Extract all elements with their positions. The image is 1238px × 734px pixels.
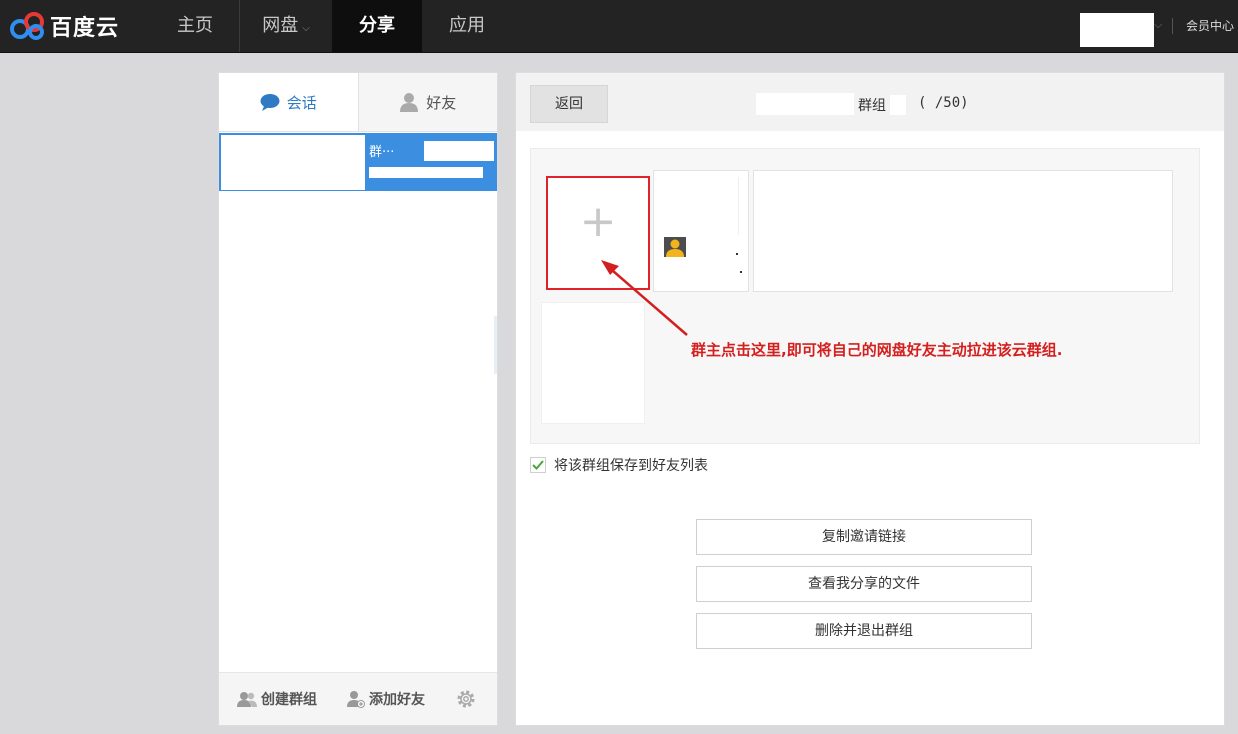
member-status-dot [740,271,742,273]
nav-home-label: 主页 [177,15,213,36]
settings-gear-icon[interactable] [455,688,477,710]
user-account-menu[interactable] [1080,13,1154,47]
delete-exit-group-button[interactable]: 删除并退出群组 [696,613,1032,649]
nav-share[interactable]: 分享 [332,0,422,52]
group-detail-panel: 返回 群组 ( /50) + 群主点击这里,即可将自己的网盘好友主动拉进该云群组… [515,72,1225,726]
nav-netdisk-label: 网盘 [262,15,299,36]
conversation-avatar [221,135,365,190]
copy-invite-link-button[interactable]: 复制邀请链接 [696,519,1032,555]
brand-name: 百度云 [50,16,120,41]
baidu-cloud-logo[interactable]: 百度云 [10,9,119,43]
save-to-friends-checkbox[interactable] [530,457,546,473]
add-person-icon [347,690,365,708]
create-group-label: 创建群组 [261,692,317,708]
group-title: 群组 [858,98,886,114]
panel-scroll-indicator [494,316,497,374]
nav-home[interactable]: 主页 [152,0,238,52]
tab-conversations[interactable]: 会话 [219,73,358,131]
add-friend-label: 添加好友 [369,692,425,708]
member-name-redacted [664,177,739,235]
chat-bubble-icon [260,93,280,111]
user-menu-chevron-icon[interactable]: ⌵ [1154,18,1162,32]
member-center-link[interactable]: 会员中心 [1186,17,1234,34]
conversation-panel: 会话 好友 群··· 创建群组 添加好友 [218,72,498,726]
conversation-name: 群··· [369,145,395,160]
annotation-text: 群主点击这里,即可将自己的网盘好友主动拉进该云群组. [691,341,1063,359]
tab-friends-label: 好友 [426,93,457,112]
group-icon [237,691,257,707]
conversation-item-selected[interactable]: 群··· [219,133,497,191]
checkmark-icon [532,460,544,470]
group-id-redacted [890,95,906,115]
create-group-button[interactable]: 创建群组 [237,689,317,709]
back-button[interactable]: 返回 [530,85,608,123]
save-to-friends-option[interactable]: 将该群组保存到好友列表 [530,455,708,475]
add-friend-button[interactable]: 添加好友 [347,689,425,709]
save-to-friends-label: 将该群组保存到好友列表 [554,458,708,474]
tab-friends[interactable]: 好友 [357,73,498,131]
member-status-dot [736,253,738,255]
conversation-preview-redacted [369,167,483,178]
plus-icon: + [579,196,617,247]
group-detail-header: 返回 群组 ( /50) [516,73,1224,131]
member-grid: + 群主点击这里,即可将自己的网盘好友主动拉进该云群组. [530,148,1200,444]
nav-share-label: 分享 [359,15,395,36]
conversation-tabs: 会话 好友 [219,73,497,132]
topbar-divider [1172,18,1173,34]
nav-apps[interactable]: 应用 [422,0,512,52]
chevron-down-icon: ⌵ [302,23,310,34]
cloud-logo-icon [10,12,44,40]
top-navigation-bar: 百度云 主页 网盘 ⌵ 分享 应用 ⌵ 会员中心 [0,0,1238,53]
left-panel-footer: 创建群组 添加好友 [219,672,497,725]
person-icon [399,92,419,112]
view-shared-files-button[interactable]: 查看我分享的文件 [696,566,1032,602]
tab-conversations-label: 会话 [286,93,317,112]
member-card-redacted [753,170,1173,292]
nav-netdisk[interactable]: 网盘 ⌵ [240,0,332,52]
member-count: ( /50) [918,95,969,111]
conversation-name-redacted [424,141,494,161]
group-name-redacted [756,93,854,115]
nav-apps-label: 应用 [449,15,485,36]
